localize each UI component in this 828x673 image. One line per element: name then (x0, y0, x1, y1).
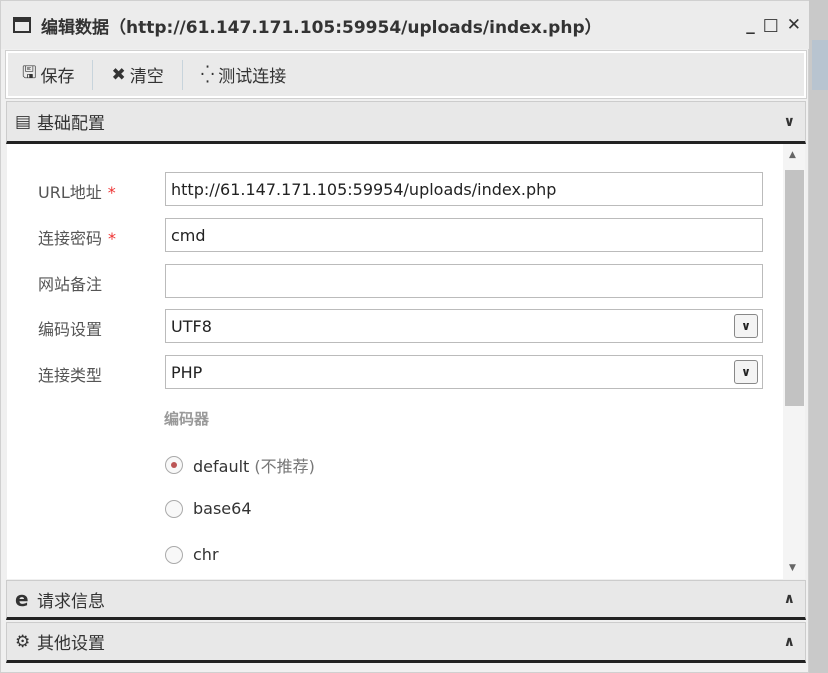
encoding-select[interactable]: UTF8 ∨ (165, 309, 763, 343)
encoding-value: UTF8 (171, 317, 212, 336)
option-label: base64 (193, 499, 252, 518)
chevron-down-icon[interactable]: ∨ (734, 360, 758, 384)
section-request-header[interactable]: e 请求信息 ∧ (6, 580, 806, 620)
type-label: 连接类型 (38, 366, 103, 385)
encoding-row: 编码设置 UTF8 ∨ (7, 309, 767, 343)
scroll-down-arrow[interactable]: ▼ (789, 563, 796, 573)
basic-config-panel: URL地址 * http://61.147.171.105:59954/uploa… (7, 144, 805, 579)
url-input[interactable]: http://61.147.171.105:59954/uploads/inde… (165, 172, 763, 206)
scrollbar[interactable]: ▲ ▼ (783, 144, 805, 579)
url-row: URL地址 * http://61.147.171.105:59954/uploa… (7, 172, 767, 206)
close-icon: ✖ (111, 64, 126, 85)
type-row: 连接类型 PHP ∨ (7, 355, 767, 389)
section-title: 基础配置 (37, 114, 105, 134)
maximize-button[interactable]: □ (763, 15, 779, 35)
window-title: 编辑数据（http://61.147.171.105:59954/uploads… (41, 17, 602, 38)
toolbar: 🖫 保存 ✖ 清空 ⁛ 测试连接 (5, 50, 807, 99)
chevron-down-icon[interactable]: ∨ (734, 314, 758, 338)
type-value: PHP (171, 363, 203, 382)
window-icon (13, 17, 31, 33)
encoder-option-chr[interactable]: chr (165, 545, 219, 564)
minimize-button[interactable]: _ (746, 15, 755, 35)
password-input[interactable]: cmd (165, 218, 763, 252)
chevron-up-icon: ∧ (783, 591, 795, 607)
option-note: (不推荐) (254, 457, 315, 476)
required-mark: * (108, 229, 117, 248)
file-icon: ▤ (15, 111, 32, 132)
note-label: 网站备注 (38, 275, 103, 294)
chevron-up-icon: ∧ (783, 633, 795, 650)
close-button[interactable]: ✕ (787, 15, 801, 35)
test-connection-button[interactable]: ⁛ 测试连接 (200, 62, 287, 88)
spinner-icon: ⁛ (200, 64, 215, 85)
radio-button[interactable] (165, 545, 183, 564)
save-label: 保存 (40, 67, 75, 87)
background-window (812, 40, 828, 90)
scrollbar-thumb[interactable] (785, 170, 804, 406)
scroll-up-arrow[interactable]: ▲ (789, 150, 796, 160)
ie-icon: e (15, 587, 29, 611)
title-bar[interactable]: 编辑数据（http://61.147.171.105:59954/uploads… (1, 1, 809, 49)
section-other-header[interactable]: ⚙ 其他设置 ∧ (6, 622, 806, 663)
password-label: 连接密码 (38, 229, 103, 248)
clear-label: 清空 (129, 67, 164, 87)
save-button[interactable]: 🖫 保存 (22, 60, 74, 89)
radio-button[interactable] (165, 499, 183, 518)
test-label: 测试连接 (218, 67, 287, 87)
edit-data-window: 编辑数据（http://61.147.171.105:59954/uploads… (0, 0, 809, 673)
section-title: 请求信息 (37, 591, 105, 612)
radio-button[interactable] (165, 456, 183, 474)
chevron-down-icon: ∨ (783, 113, 795, 130)
encoder-option-default[interactable]: default (不推荐) (165, 453, 315, 477)
url-label: URL地址 (38, 183, 102, 202)
note-row: 网站备注 (7, 264, 767, 298)
divider (181, 59, 183, 90)
divider (92, 59, 94, 90)
encoder-option-base64[interactable]: base64 (165, 499, 252, 518)
section-title: 其他设置 (37, 634, 105, 654)
encoding-label: 编码设置 (38, 320, 103, 339)
type-select[interactable]: PHP ∨ (165, 355, 763, 389)
section-basic-header[interactable]: ▤ 基础配置 ∨ (6, 101, 806, 144)
password-row: 连接密码 * cmd (7, 218, 767, 252)
option-label: chr (193, 545, 219, 564)
encoder-label: 编码器 (164, 410, 210, 428)
clear-button[interactable]: ✖ 清空 (111, 62, 164, 88)
note-input[interactable] (165, 264, 763, 298)
required-mark: * (107, 183, 116, 202)
save-icon: 🖫 (22, 63, 37, 83)
gears-icon: ⚙ (15, 631, 31, 652)
option-label: default (193, 457, 250, 476)
